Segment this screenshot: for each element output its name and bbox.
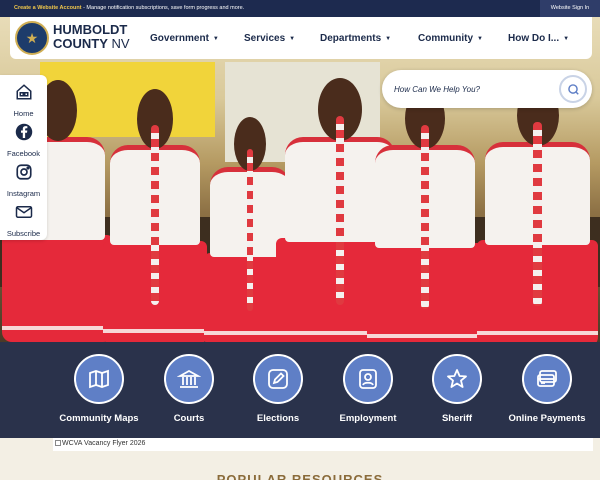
quick-link-circle <box>432 354 482 404</box>
hero-dancer <box>367 87 483 342</box>
brand-state: NV <box>107 36 130 51</box>
nav-services[interactable]: Services ▼ <box>244 33 295 44</box>
chevron-down-icon: ▼ <box>289 36 296 42</box>
quick-links-band: Community Maps Courts Elections Employme… <box>0 342 600 438</box>
nav-how-do-i[interactable]: How Do I... ▼ <box>508 33 569 44</box>
flyer-alt-text: WCVA Vacancy Flyer 2026 <box>62 440 146 447</box>
quick-link-circle <box>253 354 303 404</box>
envelope-icon <box>15 206 32 218</box>
search-button[interactable] <box>559 75 587 103</box>
nav-departments-label: Departments <box>320 33 382 44</box>
star-icon <box>447 369 467 388</box>
county-seal-logo[interactable]: ★ <box>15 21 49 55</box>
nav-government-label: Government <box>150 33 209 44</box>
brand-line-1: HUMBOLDT <box>53 22 128 37</box>
social-sidebar: Home Facebook Instagram Subscribe <box>0 75 47 240</box>
chevron-down-icon: ▼ <box>563 36 570 42</box>
quick-link-online-payments[interactable]: Online Payments <box>492 354 600 424</box>
instagram-icon <box>15 164 32 180</box>
hero-dancer <box>102 89 208 342</box>
nav-community[interactable]: Community ▼ <box>418 33 483 44</box>
create-account-notice: Create a Website Account - Manage notifi… <box>14 5 244 11</box>
quick-link-circle <box>522 354 572 404</box>
nav-community-label: Community <box>418 33 473 44</box>
broken-image-icon <box>55 440 61 446</box>
home-icon <box>16 84 31 100</box>
social-instagram[interactable]: Instagram <box>0 157 47 198</box>
nav-departments[interactable]: Departments ▼ <box>320 33 391 44</box>
brand-county: COUNTY <box>53 36 108 51</box>
create-account-description: - Manage notification subscriptions, sav… <box>81 5 245 11</box>
social-subscribe[interactable]: Subscribe <box>0 197 47 238</box>
search-icon <box>568 84 579 95</box>
nav-how-do-i-label: How Do I... <box>508 33 560 44</box>
main-navigation: ★ HUMBOLDT COUNTY NV Government ▼ Service… <box>10 17 592 59</box>
vacancy-flyer-image[interactable]: WCVA Vacancy Flyer 2026 <box>53 438 593 451</box>
hero-dancer <box>476 84 599 342</box>
chevron-down-icon: ▼ <box>212 36 219 42</box>
chevron-down-icon: ▼ <box>477 36 483 42</box>
sign-in-button[interactable]: Website Sign In <box>540 0 600 17</box>
search-input[interactable] <box>394 82 554 96</box>
create-account-link[interactable]: Create a Website Account <box>14 5 82 11</box>
pencil-icon <box>268 369 288 389</box>
utility-bar: Create a Website Account - Manage notifi… <box>0 0 600 17</box>
social-facebook[interactable]: Facebook <box>0 117 47 158</box>
chevron-down-icon: ▼ <box>385 36 392 42</box>
site-search <box>382 70 592 108</box>
social-subscribe-label: Subscribe <box>6 229 41 238</box>
hero-photo <box>0 17 600 342</box>
badge-person-icon <box>359 369 377 389</box>
quick-link-circle <box>164 354 214 404</box>
nav-services-label: Services <box>244 33 286 44</box>
courthouse-icon <box>177 369 201 388</box>
facebook-icon <box>15 123 32 141</box>
county-name-logo[interactable]: HUMBOLDT COUNTY NV <box>53 23 130 51</box>
popular-resources-heading: POPULAR RESOURCES <box>216 472 384 480</box>
nav-government[interactable]: Government ▼ <box>150 33 219 44</box>
social-home[interactable]: Home <box>0 77 47 118</box>
map-icon <box>89 369 109 389</box>
quick-link-circle <box>74 354 124 404</box>
quick-link-circle <box>343 354 393 404</box>
quick-link-label: Online Payments <box>508 413 586 424</box>
credit-card-icon <box>537 370 557 387</box>
